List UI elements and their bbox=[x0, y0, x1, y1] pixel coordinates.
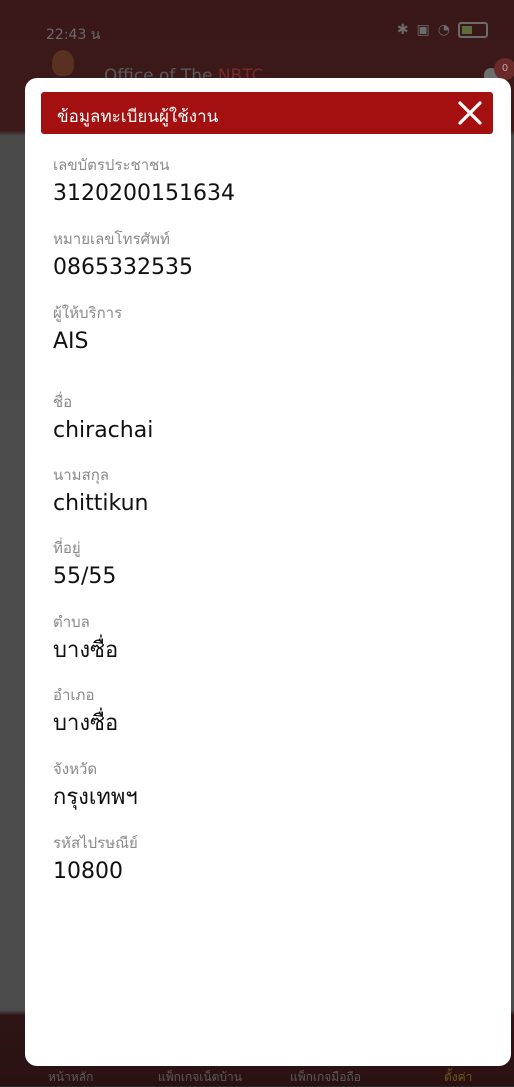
field-address: ที่อยู่ 55/55 bbox=[53, 539, 116, 591]
field-province: จังหวัด กรุงเทพฯ bbox=[53, 760, 138, 812]
field-value: chittikun bbox=[53, 491, 149, 516]
field-value: บางซื่อ bbox=[53, 638, 119, 663]
field-label: ตำบล bbox=[53, 613, 90, 631]
field-label: อำเภอ bbox=[53, 686, 95, 704]
field-value: 10800 bbox=[53, 859, 123, 884]
nav-item-home-internet[interactable]: แพ็กเกจเน็ตบ้าน bbox=[158, 1068, 242, 1087]
field-first-name: ชื่อ chirachai bbox=[53, 393, 153, 445]
bluetooth-icon: ✱ bbox=[396, 22, 409, 38]
field-label: หมายเลขโทรศัพท์ bbox=[53, 230, 170, 248]
field-value: 0865332535 bbox=[53, 255, 193, 280]
field-provider: ผู้ให้บริการ AIS bbox=[53, 304, 122, 356]
close-icon bbox=[458, 101, 482, 125]
nav-item-mobile[interactable]: แพ็กเกจมือถือ bbox=[290, 1068, 361, 1087]
nav-item-home[interactable]: หน้าหลัก bbox=[48, 1068, 93, 1087]
field-label: นามสกุล bbox=[53, 466, 109, 484]
wifi-icon: ◔ bbox=[437, 22, 450, 38]
field-phone: หมายเลขโทรศัพท์ 0865332535 bbox=[53, 230, 193, 282]
field-subdistrict: ตำบล บางซื่อ bbox=[53, 613, 118, 665]
status-time: 22:43 น bbox=[46, 27, 101, 43]
field-value: 3120200151634 bbox=[53, 181, 235, 206]
field-id-card: เลขบัตรประชาชน 3120200151634 bbox=[53, 156, 235, 208]
field-label: รหัสไปรษณีย์ bbox=[53, 834, 138, 852]
field-value: AIS bbox=[53, 329, 89, 354]
close-button[interactable] bbox=[453, 96, 487, 130]
notification-badge: 0 bbox=[494, 58, 514, 80]
field-label: ชื่อ bbox=[53, 393, 73, 411]
nbtc-logo bbox=[52, 50, 74, 76]
status-bar: 22:43 น ✱ ▣ ◔ bbox=[0, 18, 514, 48]
field-value: บางซื่อ bbox=[53, 711, 119, 736]
field-postal-code: รหัสไปรษณีย์ 10800 bbox=[53, 834, 138, 886]
field-value: กรุงเทพฯ bbox=[53, 785, 138, 810]
status-icons: ✱ ▣ ◔ bbox=[397, 22, 488, 38]
registration-info-modal: ข้อมูลทะเบียนผู้ใช้งาน เลขบัตรประชาชน 31… bbox=[25, 78, 511, 1066]
field-value: chirachai bbox=[53, 418, 154, 443]
battery-icon bbox=[458, 22, 488, 38]
field-label: ผู้ให้บริการ bbox=[53, 304, 123, 322]
field-district: อำเภอ บางซื่อ bbox=[53, 686, 118, 738]
field-label: ที่อยู่ bbox=[53, 539, 81, 557]
alarm-icon: ▣ bbox=[416, 22, 430, 38]
nav-item-settings[interactable]: ตั้งค่า bbox=[444, 1068, 472, 1087]
field-value: 55/55 bbox=[53, 564, 117, 589]
field-label: จังหวัด bbox=[53, 760, 98, 778]
modal-title: ข้อมูลทะเบียนผู้ใช้งาน bbox=[57, 107, 219, 127]
field-last-name: นามสกุล chittikun bbox=[53, 466, 148, 518]
modal-header: ข้อมูลทะเบียนผู้ใช้งาน bbox=[41, 92, 493, 134]
field-label: เลขบัตรประชาชน bbox=[53, 156, 170, 174]
